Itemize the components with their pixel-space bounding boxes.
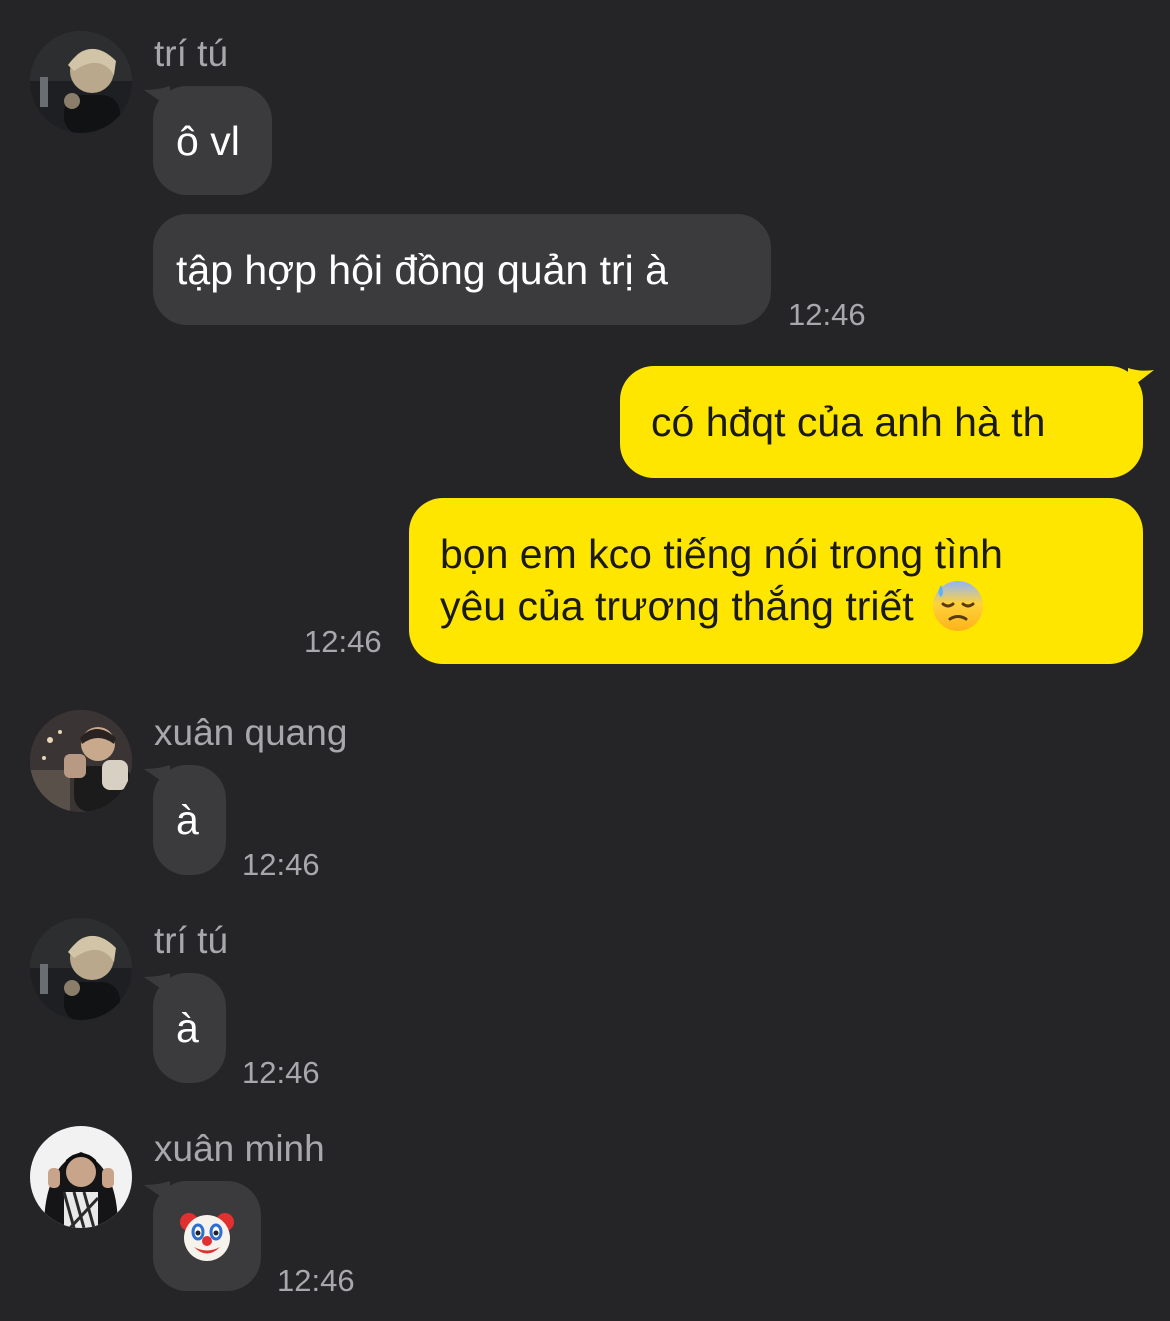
avatar-xuan-quang[interactable] <box>30 710 132 812</box>
clown-face-emoji-icon <box>180 1213 234 1261</box>
sender-name: trí tú <box>154 33 229 74</box>
message-text-line: yêu của trương thắng triết <box>440 583 914 629</box>
avatar-photo-icon <box>30 1126 132 1228</box>
avatar-xuan-minh[interactable] <box>30 1126 132 1228</box>
incoming-message-bubble[interactable]: ô vl <box>153 86 272 195</box>
sender-name: trí tú <box>154 920 229 961</box>
message-timestamp: 12:46 <box>304 624 382 659</box>
message-timestamp: 12:46 <box>277 1263 355 1298</box>
message-text: à <box>176 1005 199 1051</box>
avatar-photo-icon <box>30 710 132 812</box>
downcast-sweat-emoji-icon <box>933 581 984 632</box>
avatar-tri-tu[interactable] <box>30 31 132 133</box>
message-text: ô vl <box>176 117 240 164</box>
bubble-tail <box>1128 368 1154 390</box>
message-timestamp: 12:46 <box>242 1055 320 1090</box>
message-text: à <box>176 797 199 843</box>
message-timestamp: 12:46 <box>788 297 866 332</box>
incoming-message-bubble[interactable] <box>153 1181 261 1291</box>
outgoing-message-bubble[interactable]: bọn em kco tiếng nói trong tình yêu của … <box>409 498 1143 664</box>
avatar-photo-icon <box>30 31 132 133</box>
sender-name: xuân minh <box>154 1128 325 1169</box>
message-text-line-wrap: yêu của trương thắng triết <box>440 580 1123 633</box>
outgoing-message-bubble[interactable]: có hđqt của anh hà th <box>620 366 1143 478</box>
incoming-message-bubble[interactable]: à <box>153 765 226 875</box>
avatar-photo-icon <box>30 918 132 1020</box>
incoming-message-bubble[interactable]: tập hợp hội đồng quản trị à <box>153 214 771 325</box>
message-text-line: bọn em kco tiếng nói trong tình <box>440 531 1003 577</box>
message-text: có hđqt của anh hà th <box>651 399 1046 445</box>
avatar-tri-tu[interactable] <box>30 918 132 1020</box>
sender-name: xuân quang <box>154 712 348 753</box>
message-text: tập hợp hội đồng quản trị à <box>176 246 668 293</box>
incoming-message-bubble[interactable]: à <box>153 973 226 1083</box>
message-timestamp: 12:46 <box>242 847 320 882</box>
